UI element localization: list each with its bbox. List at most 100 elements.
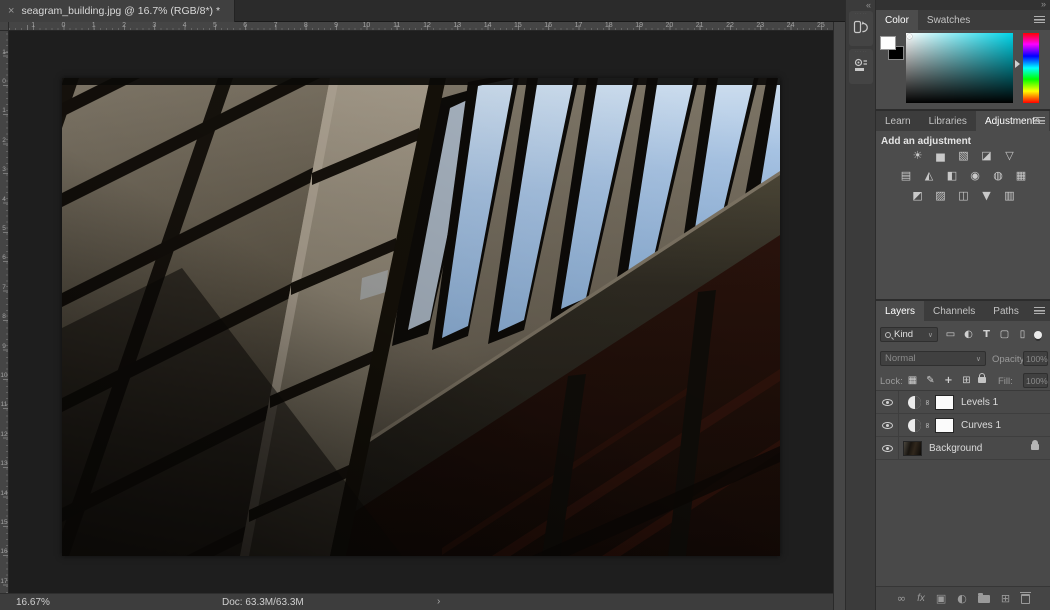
adjustment-icons-row: ☀ ▅ ▧ ◪ ▽ (876, 148, 1050, 165)
grip-dots: ····· (854, 12, 867, 17)
fill-field[interactable]: 100% ∨ (1023, 373, 1048, 388)
collapse-dock-icon[interactable]: » (1041, 0, 1045, 9)
layer-name[interactable]: Curves 1 (961, 420, 1001, 431)
filter-pixel-layers-icon[interactable]: ▭ (944, 327, 957, 342)
filter-type-layers-icon[interactable]: T (980, 327, 993, 342)
zoom-level-field[interactable]: 16.67% (16, 597, 50, 608)
threshold-icon[interactable]: ◫ (956, 188, 971, 205)
levels-icon[interactable]: ▅ (933, 148, 948, 165)
layer-mask-thumbnail[interactable] (935, 395, 954, 410)
vibrance-icon[interactable]: ▽ (1002, 148, 1017, 165)
collapsed-panel-dock: « ····· ····· (845, 0, 875, 610)
layer-filter-dropdown[interactable]: Kind ∨ (880, 327, 938, 342)
lock-position-icon[interactable]: + (942, 373, 955, 388)
layer-row-background[interactable]: Background (876, 437, 1050, 460)
visibility-toggle[interactable] (876, 391, 899, 413)
doc-size-info[interactable]: Doc: 63.3M/63.3M (222, 597, 304, 608)
panel-dock: » Color Swatches Learn Libraries Adjustm… (875, 0, 1050, 610)
hue-slider[interactable] (1023, 33, 1039, 103)
layer-filter-icons: ▭ ◐ T ▢ ▯ (944, 327, 1042, 342)
hue-slider-marker-icon[interactable] (1015, 60, 1020, 68)
new-adjustment-layer-icon[interactable]: ◐ (957, 593, 967, 604)
tab-libraries[interactable]: Libraries (920, 111, 976, 131)
tab-color[interactable]: Color (876, 10, 918, 30)
layer-name[interactable]: Background (929, 443, 982, 454)
filter-smart-objects-icon[interactable]: ▯ (1016, 327, 1029, 342)
lock-all-icon[interactable] (978, 377, 986, 383)
visibility-toggle[interactable] (876, 414, 899, 436)
new-layer-icon[interactable]: ⊞ (1001, 593, 1010, 604)
ruler-corner (0, 22, 9, 31)
exposure-icon[interactable]: ◪ (979, 148, 994, 165)
close-icon[interactable]: × (8, 6, 14, 17)
channel-mixer-icon[interactable]: ◍ (991, 168, 1006, 185)
layer-effects-icon[interactable]: fx (917, 593, 925, 604)
ruler-number: 3 (0, 156, 8, 185)
adjustment-layer-icon[interactable] (908, 419, 921, 432)
layer-mask-thumbnail[interactable] (935, 418, 954, 433)
layer-row-curves[interactable]: ∞ Curves 1 (876, 414, 1050, 437)
mask-link-icon[interactable]: ∞ (923, 398, 932, 407)
horizontal-ruler[interactable]: 1012345678910111213141516171819202122232… (9, 22, 833, 31)
lock-artboard-icon[interactable]: ⊞ (960, 373, 973, 388)
tab-learn[interactable]: Learn (876, 111, 920, 131)
adjustment-layer-icon[interactable] (908, 396, 921, 409)
vertical-ruler[interactable]: 101234567891011121314151617 (0, 31, 9, 593)
chevron-down-icon: ∨ (928, 331, 933, 339)
visibility-toggle[interactable] (876, 437, 899, 459)
opacity-label: Opacity: (992, 354, 1027, 365)
ruler-number: 21 (685, 22, 715, 30)
brightness-contrast-icon[interactable]: ☀ (910, 148, 925, 165)
ruler-number: 23 (745, 22, 775, 30)
posterize-icon[interactable]: ▨ (933, 188, 948, 205)
document-tab-bar: × seagram_building.jpg @ 16.7% (RGB/8*) … (0, 0, 845, 22)
ruler-number: 13 (442, 22, 472, 30)
filter-toggle-icon[interactable] (1034, 331, 1042, 339)
layers-panel-menu-icon[interactable] (1034, 307, 1045, 314)
photo-filter-icon[interactable]: ◉ (968, 168, 983, 185)
foreground-color-swatch[interactable] (880, 36, 896, 50)
filter-kind-label: Kind (894, 329, 913, 340)
expand-dock-icon[interactable]: « (866, 0, 870, 10)
curves-icon[interactable]: ▧ (956, 148, 971, 165)
gradient-map-icon[interactable]: ▼ (979, 188, 994, 205)
selective-color-icon[interactable]: ▥ (1002, 188, 1017, 205)
tab-layers[interactable]: Layers (876, 301, 924, 321)
status-chevron-icon[interactable]: › (437, 596, 440, 607)
layer-name[interactable]: Levels 1 (961, 397, 998, 408)
layer-thumbnail[interactable] (903, 441, 922, 456)
opacity-field[interactable]: 100% ∨ (1023, 351, 1048, 366)
lock-image-pixels-icon[interactable]: ✎ (924, 373, 937, 388)
invert-icon[interactable]: ◩ (910, 188, 925, 205)
filter-adjustment-layers-icon[interactable]: ◐ (962, 327, 975, 342)
hue-saturation-icon[interactable]: ▤ (899, 168, 914, 185)
scrollbar-track[interactable] (833, 22, 845, 610)
new-group-icon[interactable] (978, 595, 990, 603)
adjustments-panel-menu-icon[interactable] (1034, 117, 1045, 124)
color-lookup-icon[interactable]: ▦ (1014, 168, 1029, 185)
history-panel-button[interactable]: ····· (849, 11, 873, 46)
layer-row-levels[interactable]: ∞ Levels 1 (876, 391, 1050, 414)
ruler-number: 14 (472, 22, 502, 30)
document-canvas[interactable] (62, 78, 780, 556)
link-layers-icon[interactable]: ∞ (897, 593, 906, 604)
lock-transparent-pixels-icon[interactable]: ▦ (906, 373, 919, 388)
ruler-number: 4 (0, 185, 8, 214)
tab-paths[interactable]: Paths (984, 301, 1028, 321)
filter-shape-layers-icon[interactable]: ▢ (998, 327, 1011, 342)
properties-panel-button[interactable]: ····· (849, 49, 873, 84)
ruler-number: 6 (0, 244, 8, 273)
color-picker-marker[interactable] (907, 34, 912, 39)
mask-link-icon[interactable]: ∞ (923, 421, 932, 430)
delete-layer-icon[interactable] (1021, 594, 1030, 604)
ruler-number: 13 (0, 449, 8, 478)
document-tab[interactable]: × seagram_building.jpg @ 16.7% (RGB/8*) … (0, 0, 235, 22)
tab-channels[interactable]: Channels (924, 301, 984, 321)
tab-swatches[interactable]: Swatches (918, 10, 979, 30)
blend-mode-dropdown[interactable]: Normal ∨ (880, 351, 986, 366)
color-balance-icon[interactable]: ◭ (922, 168, 937, 185)
color-panel-menu-icon[interactable] (1034, 16, 1045, 23)
color-gradient-field[interactable] (906, 33, 1013, 103)
add-mask-icon[interactable]: ▣ (936, 593, 946, 604)
black-white-icon[interactable]: ◧ (945, 168, 960, 185)
